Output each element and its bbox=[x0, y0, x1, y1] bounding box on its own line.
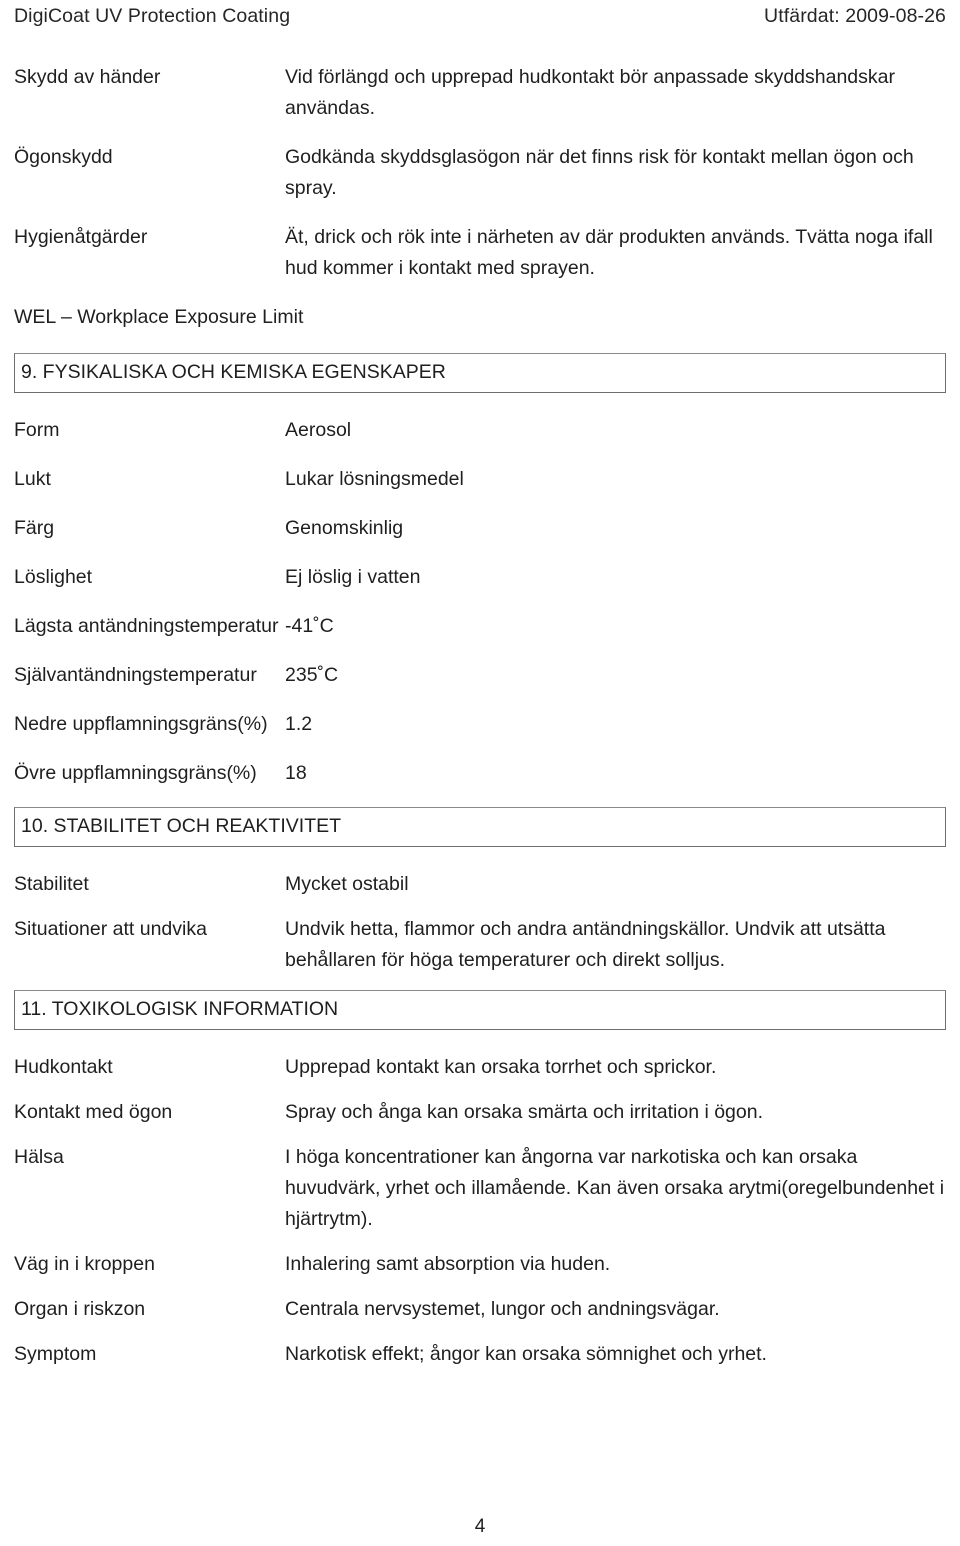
row-label: Kontakt med ögon bbox=[14, 1101, 173, 1123]
row-label: Lägsta antändningstemperatur bbox=[14, 615, 279, 637]
row-label: Situationer att undvika bbox=[14, 918, 207, 940]
table-row: Situationer att undvika Undvik hetta, fl… bbox=[14, 914, 946, 976]
row-value: Upprepad kontakt kan orsaka torrhet och … bbox=[285, 1056, 717, 1078]
table-row: Skydd av händer Vid förlängd och upprepa… bbox=[14, 62, 946, 124]
document-header: DigiCoat UV Protection Coating Utfärdat:… bbox=[14, 4, 946, 30]
product-title: DigiCoat UV Protection Coating bbox=[14, 5, 291, 27]
row-label: Stabilitet bbox=[14, 873, 89, 895]
row-value: Centrala nervsystemet, lungor och andnin… bbox=[285, 1298, 720, 1320]
page-number: 4 bbox=[474, 1516, 486, 1537]
row-label: Lukt bbox=[14, 468, 51, 490]
table-row: Stabilitet Mycket ostabil bbox=[14, 869, 946, 900]
row-label: Skydd av händer bbox=[14, 66, 161, 88]
row-label: Hälsa bbox=[14, 1146, 64, 1168]
row-value: Aerosol bbox=[285, 419, 352, 441]
row-value: Narkotisk effekt; ångor kan orsaka sömni… bbox=[285, 1343, 767, 1365]
row-value: I höga koncentrationer kan ångorna var n… bbox=[285, 1146, 945, 1230]
row-value: Mycket ostabil bbox=[285, 873, 409, 895]
table-row: Lukt Lukar lösningsmedel bbox=[14, 464, 946, 495]
row-label: Hudkontakt bbox=[14, 1056, 113, 1078]
table-row: Övre uppflamningsgräns(%) 18 bbox=[14, 758, 946, 789]
row-label: Nedre uppflamningsgräns(%) bbox=[14, 713, 268, 735]
row-label: Symptom bbox=[14, 1343, 97, 1365]
row-label: Ögonskydd bbox=[14, 146, 113, 168]
row-label: Form bbox=[14, 419, 60, 441]
table-row: Färg Genomskinlig bbox=[14, 513, 946, 544]
row-value: Undvik hetta, flammor och andra antändni… bbox=[285, 918, 886, 971]
table-row: Hudkontakt Upprepad kontakt kan orsaka t… bbox=[14, 1052, 946, 1083]
row-label: Självantändningstemperatur bbox=[14, 664, 257, 686]
table-row: Ögonskydd Godkända skyddsglasögon när de… bbox=[14, 142, 946, 204]
document-page: DigiCoat UV Protection Coating Utfärdat:… bbox=[0, 0, 960, 1546]
section-heading-11: 11. TOXIKOLOGISK INFORMATION bbox=[14, 990, 946, 1030]
row-value: -41˚C bbox=[285, 615, 334, 637]
wel-note: WEL – Workplace Exposure Limit bbox=[14, 306, 304, 328]
document-content: Skydd av händer Vid förlängd och upprepa… bbox=[14, 62, 946, 1384]
row-value: Godkända skyddsglasögon när det finns ri… bbox=[285, 146, 914, 199]
row-label: Organ i riskzon bbox=[14, 1298, 146, 1320]
table-row: Hälsa I höga koncentrationer kan ångorna… bbox=[14, 1142, 946, 1235]
row-value: Spray och ånga kan orsaka smärta och irr… bbox=[285, 1101, 764, 1123]
row-label: Hygienåtgärder bbox=[14, 226, 148, 248]
table-row: Självantändningstemperatur 235˚C bbox=[14, 660, 946, 691]
table-row: Löslighet Ej löslig i vatten bbox=[14, 562, 946, 593]
row-value: 18 bbox=[285, 762, 307, 784]
table-row: Form Aerosol bbox=[14, 415, 946, 446]
table-row: Kontakt med ögon Spray och ånga kan orsa… bbox=[14, 1097, 946, 1128]
row-value: 235˚C bbox=[285, 664, 339, 686]
table-row: Lägsta antändningstemperatur -41˚C bbox=[14, 611, 946, 642]
issue-date: Utfärdat: 2009-08-26 bbox=[764, 5, 946, 27]
row-value: Lukar lösningsmedel bbox=[285, 468, 464, 490]
table-row: Organ i riskzon Centrala nervsystemet, l… bbox=[14, 1294, 946, 1325]
row-value: Vid förlängd och upprepad hudkontakt bör… bbox=[285, 66, 895, 119]
row-value: 1.2 bbox=[285, 713, 313, 735]
row-value: Inhalering samt absorption via huden. bbox=[285, 1253, 611, 1275]
table-row: Symptom Narkotisk effekt; ångor kan orsa… bbox=[14, 1339, 946, 1370]
table-row: Nedre uppflamningsgräns(%) 1.2 bbox=[14, 709, 946, 740]
section-heading-10: 10. STABILITET OCH REAKTIVITET bbox=[14, 807, 946, 847]
table-row: Hygienåtgärder Ät, drick och rök inte i … bbox=[14, 222, 946, 284]
row-label: Färg bbox=[14, 517, 55, 539]
row-label: Övre uppflamningsgräns(%) bbox=[14, 762, 257, 784]
table-row: Väg in i kroppen Inhalering samt absorpt… bbox=[14, 1249, 946, 1280]
row-label: Löslighet bbox=[14, 566, 93, 588]
row-value: Ej löslig i vatten bbox=[285, 566, 421, 588]
row-label: Väg in i kroppen bbox=[14, 1253, 155, 1275]
row-value: Genomskinlig bbox=[285, 517, 404, 539]
row-value: Ät, drick och rök inte i närheten av där… bbox=[285, 226, 933, 279]
section-heading-9: 9. FYSIKALISKA OCH KEMISKA EGENSKAPER bbox=[14, 353, 946, 393]
